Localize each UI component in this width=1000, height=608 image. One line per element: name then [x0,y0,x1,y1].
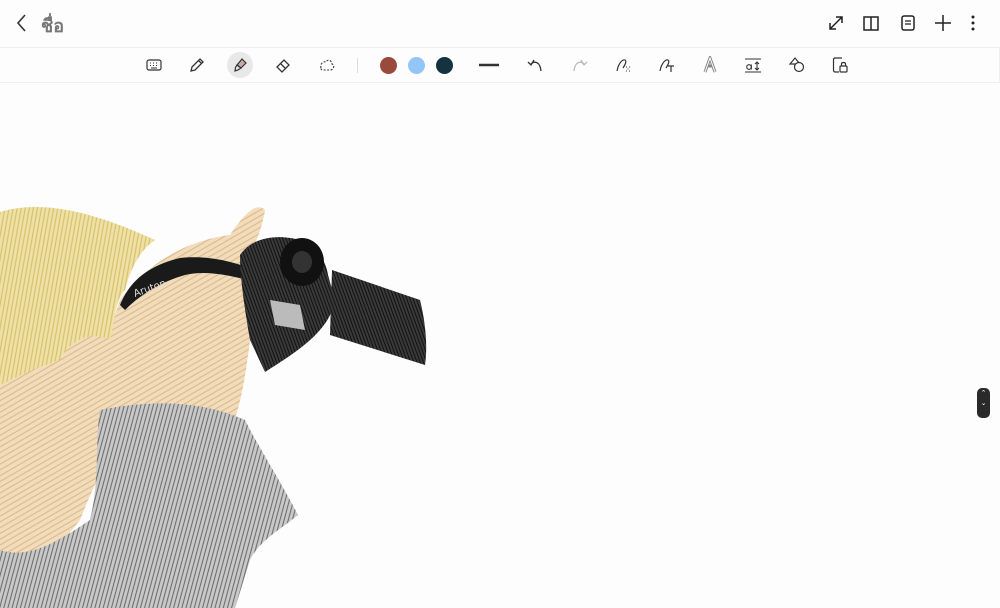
scroll-up-icon: ⌃ [980,389,987,397]
expand-icon[interactable] [826,13,846,33]
sketch-drawing: Aruton [0,207,427,608]
shapes-icon [788,57,805,73]
add-icon[interactable] [933,13,953,33]
toolbar-divider [357,58,358,73]
color-swatch-light-blue[interactable] [408,57,425,74]
handwriting-to-text-tool[interactable] [654,52,680,78]
highlighter-icon [234,58,247,72]
text-spacing-icon [745,58,761,73]
highlighter-tool[interactable] [227,52,253,78]
book-view-icon[interactable] [861,13,881,33]
read-only-lock-tool[interactable] [827,52,853,78]
pen-toolbar [0,47,1000,83]
page-list-icon[interactable] [898,13,918,33]
undo-button[interactable] [522,52,548,78]
top-bar: ชื่อ [0,0,1000,46]
redo-icon [573,59,588,72]
shapes-tool[interactable] [784,52,810,78]
pen-tool[interactable] [184,52,210,78]
note-title[interactable]: ชื่อ [41,11,64,40]
page-scroll-handle[interactable]: ⌃ ⌄ [977,388,990,418]
lens-glass [292,251,312,273]
keyboard-tool[interactable] [141,52,167,78]
lasso-tool[interactable] [314,52,340,78]
line-width-icon [479,63,499,67]
eraser-tool[interactable] [270,52,296,78]
pen-to-shape-tool[interactable] [611,52,637,78]
ink-style-tool[interactable] [697,52,723,78]
pen-icon [190,58,204,72]
keyboard-icon [146,59,162,71]
scroll-down-icon: ⌄ [980,399,987,407]
lasso-icon [320,59,335,71]
drawing-canvas[interactable]: Aruton [0,82,1000,608]
eraser-icon [276,59,290,73]
back-icon[interactable] [12,12,32,34]
camera-screen-stroke [330,270,427,365]
text-spacing-tool[interactable] [740,52,766,78]
undo-icon [527,59,542,72]
redo-button[interactable] [567,52,593,78]
line-width-tool[interactable] [476,52,502,78]
pen-to-shape-icon [616,59,630,72]
handwriting-to-text-icon [659,59,674,72]
color-swatch-dark-teal[interactable] [436,57,453,74]
more-icon[interactable] [963,13,983,33]
ink-style-icon [703,56,717,73]
lock-icon [832,57,848,73]
color-swatch-brown[interactable] [380,57,397,74]
